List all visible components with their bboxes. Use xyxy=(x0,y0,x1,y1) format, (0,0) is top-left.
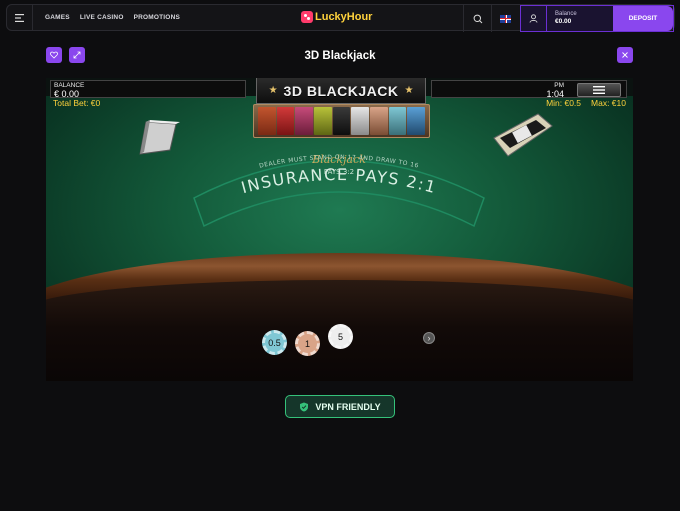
hamburger-menu-button[interactable] xyxy=(7,4,33,31)
search-button[interactable] xyxy=(463,5,491,32)
chip-label: 5 xyxy=(337,331,343,342)
rack-column xyxy=(351,107,370,135)
game-menu-button[interactable] xyxy=(577,83,621,97)
deposit-button[interactable]: DEPOSIT xyxy=(613,6,673,31)
balance-value: €0.00 xyxy=(555,18,572,25)
uk-flag-icon xyxy=(500,14,511,23)
dealer-chip-rack xyxy=(253,104,430,138)
nav-games-link[interactable]: GAMES xyxy=(45,14,70,21)
close-icon xyxy=(622,52,628,58)
user-icon xyxy=(529,14,538,23)
clock-panel: PM 1:04 xyxy=(431,80,627,99)
close-game-button[interactable] xyxy=(617,47,633,63)
site-logo-text: LuckyHour xyxy=(315,11,373,23)
top-navigation-bar: GAMES LIVE CASINO PROMOTIONS LuckyHour B… xyxy=(6,4,675,32)
rack-column xyxy=(388,107,407,135)
rack-column xyxy=(332,107,351,135)
discard-holder xyxy=(139,120,180,155)
rack-column xyxy=(407,107,426,135)
max-bet: Max: €10 xyxy=(591,98,626,108)
main-nav: GAMES LIVE CASINO PROMOTIONS xyxy=(45,14,180,21)
star-icon: ★ xyxy=(268,85,278,96)
header-actions: Balance €0.00 DEPOSIT xyxy=(463,5,674,32)
game-canvas[interactable]: Blackjack PAYS 3:2 DEALER MUST STAND ON … xyxy=(46,78,633,381)
balance-panel: BALANCE € 0.00 xyxy=(50,80,246,99)
balance-label: Balance xyxy=(555,11,577,17)
rack-column xyxy=(258,107,276,135)
search-icon xyxy=(473,14,482,23)
hamburger-icon xyxy=(15,13,24,22)
dice-logo-icon xyxy=(301,11,313,23)
rack-column xyxy=(295,107,314,135)
star-icon: ★ xyxy=(404,85,414,96)
chip-0-5[interactable]: 0.5 xyxy=(262,330,287,355)
balance-display[interactable]: Balance €0.00 xyxy=(547,6,613,31)
next-chips-button[interactable]: › xyxy=(423,332,435,344)
chip-label: 0.5 xyxy=(268,337,281,348)
rack-column xyxy=(370,107,388,135)
chip-1[interactable]: 1 xyxy=(295,331,320,356)
shield-icon xyxy=(300,402,309,411)
vpn-friendly-label: VPN FRIENDLY xyxy=(315,401,381,412)
language-selector[interactable] xyxy=(491,5,519,32)
site-logo[interactable]: LuckyHour xyxy=(301,11,372,23)
table-logo: ★ 3D BLACKJACK ★ xyxy=(256,78,426,104)
game-balance-label: BALANCE xyxy=(54,82,85,89)
nav-live-casino-link[interactable]: LIVE CASINO xyxy=(80,14,124,21)
chip-5[interactable]: 5 xyxy=(328,324,353,349)
account-panel: Balance €0.00 DEPOSIT xyxy=(520,5,674,32)
min-bet: Min: €0.5 xyxy=(546,98,582,108)
vpn-friendly-badge: VPN FRIENDLY xyxy=(285,395,395,418)
menu-icon xyxy=(593,86,605,94)
chip-label: 1 xyxy=(304,338,310,349)
table-logo-text: 3D BLACKJACK xyxy=(283,82,399,99)
total-bet: Total Bet: €0 xyxy=(53,98,101,108)
bet-limits: Min: €0.5 Max: €10 xyxy=(536,98,626,108)
rack-column xyxy=(314,107,332,135)
profile-button[interactable] xyxy=(521,6,547,31)
time-period: PM xyxy=(554,82,564,89)
nav-promotions-link[interactable]: PROMOTIONS xyxy=(134,14,180,21)
rack-column xyxy=(276,107,295,135)
game-title: 3D Blackjack xyxy=(304,50,376,62)
chevron-right-icon: › xyxy=(427,333,431,343)
card-shoe xyxy=(493,113,553,157)
